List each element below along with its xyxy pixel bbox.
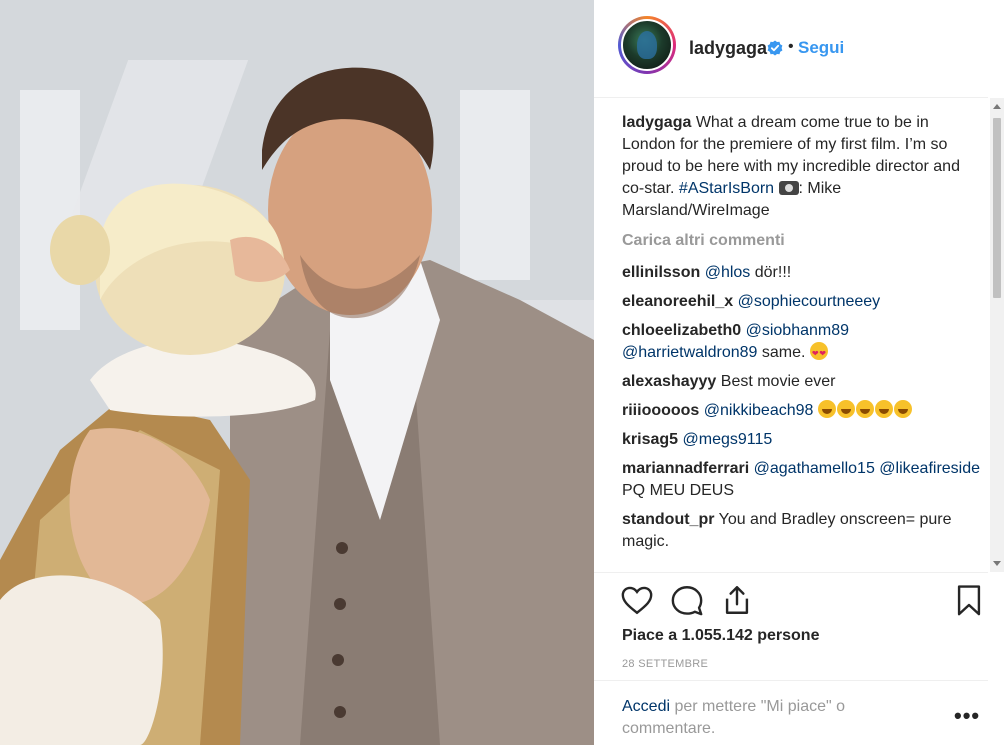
scroll-up-arrow-icon[interactable] [993,104,1001,109]
heart-icon[interactable] [620,583,654,617]
comment-username[interactable]: mariannadferrari [622,460,749,477]
post-header: ladygaga • Segui [594,0,988,98]
comment-username[interactable]: ellinilsson [622,264,700,281]
rofl-emoji-icon [855,400,874,418]
comment-mention[interactable]: @agathamello15 [754,460,875,477]
comment-text: PQ MEU DEUS [622,482,735,499]
comment-mention[interactable]: @sophiecourtneeey [738,293,881,310]
comment-username[interactable]: eleanoreehil_x [622,293,733,310]
post-date[interactable]: 28 SETTEMBRE [622,658,708,670]
verified-badge-icon [767,40,783,56]
comment-item: alexashayyy Best movie ever [622,371,982,393]
comment-username[interactable]: standout_pr [622,511,714,528]
login-link[interactable]: Accedi [622,698,670,715]
comment-mention[interactable]: @nikkibeach98 [704,402,814,419]
comment-username[interactable]: krisag5 [622,431,678,448]
comment-item: ellinilsson @hlos dör!!! [622,262,982,284]
login-prompt-text: Accedi per mettere "Mi piace" o commenta… [622,696,922,740]
comment-username[interactable]: alexashayyy [622,373,716,390]
comment-item: krisag5 @megs9115 [622,429,982,451]
login-prompt: Accedi per mettere "Mi piace" o commenta… [594,680,988,745]
photo-illustration [0,0,594,745]
post-actions: Piace a 1.055.142 persone 28 SETTEMBRE [594,572,988,672]
comment-icon[interactable] [670,583,704,617]
scroll-down-arrow-icon[interactable] [993,561,1001,566]
comment-item: eleanoreehil_x @sophiecourtneeey [622,291,982,313]
comment-mention[interactable]: @siobhanm89 [746,322,849,339]
camera-icon [778,181,799,195]
post-side-panel: ladygaga • Segui ladygaga What a dream c… [594,0,1004,745]
avatar-image [621,19,673,71]
comment-mention[interactable]: @likeafireside [879,460,980,477]
heart-eyes-emoji-icon [809,342,828,365]
comment-mention[interactable]: @harrietwaldron89 [622,344,757,361]
rofl-emoji-icon [874,400,893,418]
separator-dot: • [788,38,794,55]
comment-text: same. [761,344,806,361]
load-more-comments-button[interactable]: Carica altri commenti [622,230,982,252]
share-icon[interactable] [720,583,754,617]
likes-count[interactable]: Piace a 1.055.142 persone [622,627,819,645]
comment-username[interactable]: riiiooooos [622,402,699,419]
comments-scrollbar[interactable] [990,98,1004,572]
comment-item: mariannadferrari @agathamello15 @likeafi… [622,458,982,502]
avatar[interactable] [618,16,676,74]
post-photo [0,0,594,745]
bookmark-icon[interactable] [952,583,986,617]
rofl-emoji-icon [817,400,836,418]
rofl-emoji-icon [836,400,855,418]
comments-list[interactable]: ladygaga What a dream come true to be in… [622,112,982,562]
caption-hashtag[interactable]: #AStarIsBorn [679,180,774,197]
comment-text: dör!!! [754,264,792,281]
post-caption: ladygaga What a dream come true to be in… [622,112,982,222]
comment-mention[interactable]: @hlos [705,264,751,281]
comment-item: chloeelizabeth0 @siobhanm89 @harrietwald… [622,320,982,365]
comment-item: standout_pr You and Bradley onscreen= pu… [622,509,982,553]
more-options-icon[interactable]: ••• [954,703,980,729]
comment-text: Best movie ever [720,373,836,390]
scrollbar-thumb[interactable] [993,118,1001,298]
comment-mention[interactable]: @megs9115 [683,431,773,448]
comment-item: riiiooooos @nikkibeach98 [622,400,982,422]
follow-button[interactable]: Segui [798,38,844,58]
caption-username[interactable]: ladygaga [622,114,691,131]
rofl-emoji-icon [893,400,912,418]
author-username[interactable]: ladygaga [689,38,767,59]
comment-username[interactable]: chloeelizabeth0 [622,322,741,339]
